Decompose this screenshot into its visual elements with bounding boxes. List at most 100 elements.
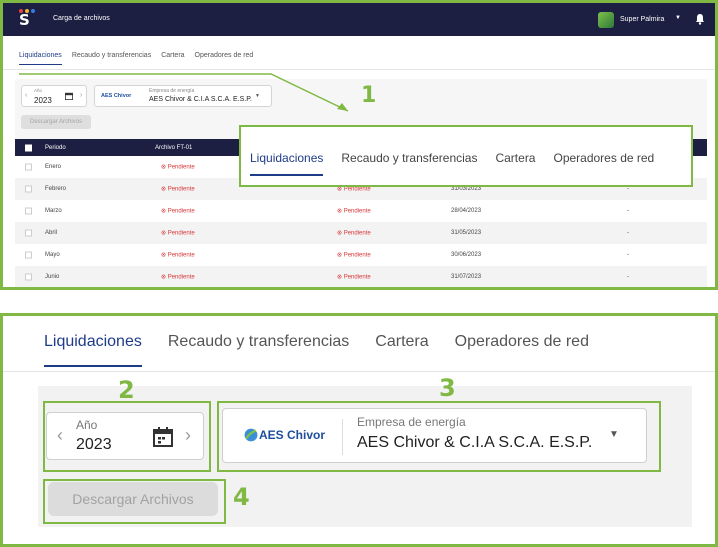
company-logo: AES Chivor: [101, 93, 132, 99]
year-label: Año: [34, 88, 43, 93]
tab-cartera[interactable]: Cartera: [495, 151, 535, 176]
company-value: AES Chivor & C.I.A S.C.A. E.S.P.: [357, 434, 593, 451]
tab-liquidaciones[interactable]: Liquidaciones: [250, 151, 324, 176]
calendar-icon[interactable]: [153, 427, 173, 447]
company-divider: [342, 419, 343, 455]
pending-icon: ⊗: [337, 252, 344, 259]
year-value: 2023: [34, 96, 52, 105]
row-checkbox[interactable]: [25, 185, 32, 193]
company-value: AES Chivor & C.I.A S.C.A. E.S.P.: [149, 96, 252, 103]
chevron-right-icon[interactable]: ›: [80, 92, 82, 99]
status-text: Pendiente: [167, 164, 195, 171]
chevron-left-icon[interactable]: ‹: [57, 425, 63, 446]
step-number-4: 4: [233, 483, 250, 511]
empty-cell: -: [627, 274, 629, 280]
tab-operadores[interactable]: Operadores de red: [455, 333, 589, 367]
date-cell: 31/07/2023: [451, 274, 482, 280]
status-badge: ⊗ Pendiente: [337, 208, 371, 215]
status-badge: ⊗ Pendiente: [161, 208, 195, 215]
status-badge: ⊗ Pendiente: [161, 186, 195, 193]
row-checkbox[interactable]: [25, 163, 32, 171]
table-row[interactable]: Junio ⊗ Pendiente ⊗ Pendiente 31/07/2023-: [15, 266, 707, 287]
row-checkbox[interactable]: [25, 229, 32, 237]
tab-operadores[interactable]: Operadores de red: [553, 151, 654, 176]
pending-icon: ⊗: [337, 208, 344, 215]
logo-letter: S: [19, 11, 30, 29]
status-text: Pendiente: [343, 208, 371, 215]
tabs-zoom-callout: Liquidaciones Recaudo y transferencias C…: [239, 125, 693, 187]
download-files-button[interactable]: Descargar Archivos: [48, 482, 218, 516]
pending-icon: ⊗: [337, 274, 344, 281]
table-row[interactable]: Marzo ⊗ Pendiente ⊗ Pendiente 28/04/2023-: [15, 200, 707, 222]
status-text: Pendiente: [167, 274, 195, 281]
pending-icon: ⊗: [161, 274, 168, 281]
date-cell: 30/06/2023: [451, 252, 482, 258]
pending-icon: ⊗: [337, 186, 344, 193]
year-picker[interactable]: ‹ Año 2023 ›: [46, 412, 204, 460]
company-select[interactable]: AES Chivor Empresa de energía AES Chivor…: [222, 408, 647, 463]
year-picker[interactable]: ‹ Año 2023 ›: [21, 85, 87, 107]
company-select[interactable]: AES Chivor Empresa de energía AES Chivor…: [94, 85, 272, 107]
year-value: 2023: [76, 436, 112, 453]
row-checkbox[interactable]: [25, 251, 32, 259]
calendar-icon[interactable]: [65, 92, 73, 100]
empty-cell: -: [627, 208, 629, 214]
tab-operadores[interactable]: Operadores de red: [195, 52, 254, 65]
pending-icon: ⊗: [161, 252, 168, 259]
period-cell: Junio: [45, 274, 60, 280]
date-cell: 28/04/2023: [451, 208, 482, 214]
period-cell: Abril: [45, 230, 58, 236]
tab-recaudo[interactable]: Recaudo y transferencias: [168, 333, 349, 367]
bell-icon[interactable]: [695, 13, 705, 25]
status-text: Pendiente: [343, 252, 371, 259]
table-row[interactable]: Mayo ⊗ Pendiente ⊗ Pendiente 30/06/2023-: [15, 244, 707, 266]
download-files-button[interactable]: Descargar Archivos: [21, 115, 91, 129]
status-badge: ⊗ Pendiente: [337, 230, 371, 237]
select-all-checkbox[interactable]: [25, 144, 32, 151]
company-logo: AES Chivor: [259, 428, 326, 442]
top-screenshot-panel: S Carga de archivos Super Palmira ▼ Liqu…: [0, 0, 718, 290]
period-cell: Febrero: [45, 186, 67, 192]
tab-divider: [3, 69, 715, 70]
step-number-3: 3: [439, 374, 456, 402]
tab-liquidaciones[interactable]: Liquidaciones: [44, 333, 142, 367]
period-cell: Marzo: [45, 208, 62, 214]
chevron-right-icon[interactable]: ›: [185, 425, 191, 446]
tab-recaudo[interactable]: Recaudo y transferencias: [72, 52, 151, 65]
row-checkbox[interactable]: [25, 207, 32, 215]
step-number-2: 2: [118, 376, 135, 404]
app-logo[interactable]: S: [19, 9, 39, 31]
status-text: Pendiente: [167, 208, 195, 215]
empty-cell: -: [627, 252, 629, 258]
tab-cartera[interactable]: Cartera: [161, 52, 184, 65]
app-bar: S Carga de archivos Super Palmira ▼: [3, 3, 715, 36]
status-text: Pendiente: [343, 274, 371, 281]
table-row[interactable]: Abril ⊗ Pendiente ⊗ Pendiente 31/05/2023-: [15, 222, 707, 244]
status-text: Pendiente: [343, 230, 371, 237]
tab-bar-large: Liquidaciones Recaudo y transferencias C…: [44, 333, 589, 367]
avatar[interactable]: [598, 12, 614, 28]
status-text: Pendiente: [167, 230, 195, 237]
period-cell: Enero: [45, 164, 62, 170]
status-badge: ⊗ Pendiente: [161, 252, 195, 259]
row-checkbox[interactable]: [25, 273, 32, 281]
status-text: Pendiente: [167, 252, 195, 259]
tab-bar-zoomed: Liquidaciones Recaudo y transferencias C…: [250, 151, 654, 176]
pending-icon: ⊗: [161, 208, 168, 215]
tab-liquidaciones[interactable]: Liquidaciones: [19, 52, 62, 65]
chevron-left-icon[interactable]: ‹: [25, 92, 27, 99]
chevron-down-icon[interactable]: ▼: [609, 429, 619, 440]
step-number-1: 1: [361, 83, 377, 108]
pending-icon: ⊗: [161, 186, 168, 193]
filter-bar-large: 2 3 4 ‹ Año 2023 › AES Chivor Empresa de…: [38, 374, 692, 527]
tab-cartera[interactable]: Cartera: [375, 333, 428, 367]
chevron-down-icon[interactable]: ▼: [675, 15, 681, 21]
pending-icon: ⊗: [161, 230, 168, 237]
status-badge: ⊗ Pendiente: [337, 274, 371, 281]
user-name[interactable]: Super Palmira: [620, 16, 664, 23]
status-badge: ⊗ Pendiente: [337, 252, 371, 259]
status-text: Pendiente: [167, 186, 195, 193]
chevron-down-icon[interactable]: ▼: [255, 93, 260, 99]
tab-recaudo[interactable]: Recaudo y transferencias: [341, 151, 477, 176]
year-label: Año: [76, 418, 98, 432]
